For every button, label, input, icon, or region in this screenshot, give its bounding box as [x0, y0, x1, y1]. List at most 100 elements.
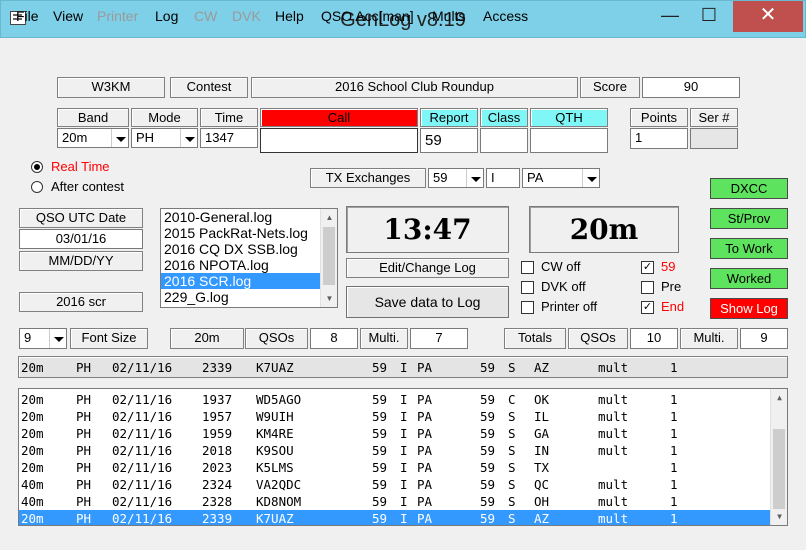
menu-view[interactable]: View — [53, 8, 83, 24]
qso-row[interactable]: 20m PH 02/11/16 2018 K9SOU 59 I PA 59 S IN mult 1 — [19, 442, 771, 459]
chevron-down-icon[interactable] — [180, 129, 197, 147]
to-work-button[interactable]: To Work — [710, 238, 788, 259]
chevron-down-icon[interactable] — [466, 169, 483, 187]
st-prov-button[interactable]: St/Prov — [710, 208, 788, 229]
qso-row[interactable]: 20m PH 02/11/16 1959 KM4RE 59 I PA 59 S GA mult 1 — [19, 425, 771, 442]
chevron-down-icon[interactable] — [111, 129, 128, 147]
call-input[interactable] — [260, 128, 418, 153]
dvk-off-checkbox[interactable] — [521, 281, 534, 294]
end-label[interactable]: End — [661, 299, 684, 314]
menu-printer[interactable]: Printer — [97, 8, 138, 24]
printer-off-label[interactable]: Printer off — [541, 299, 597, 314]
real-time-radio[interactable] — [31, 161, 43, 173]
time-input[interactable]: 1347 — [200, 128, 258, 148]
qso-row[interactable]: 20m PH 02/11/16 1957 W9UIH 59 I PA 59 S IL mult 1 — [19, 408, 771, 425]
cell-cls-r: S — [508, 477, 516, 492]
cell-rst-r: 59 — [480, 494, 496, 509]
score-label: Score — [580, 77, 640, 98]
qso-row-selected[interactable]: 20m PH 02/11/16 2339 K7UAZ 59 I PA 59 S AZ mult 1 — [19, 510, 771, 525]
qth-input[interactable] — [530, 128, 608, 153]
band-select[interactable]: 20m — [57, 128, 129, 148]
edit-change-log[interactable]: Edit/Change Log — [346, 258, 509, 278]
log-file-item[interactable]: 2010-General.log — [161, 209, 337, 225]
log-file-item[interactable]: 2015 PackRat-Nets.log — [161, 225, 337, 241]
cell-rst-s: 59 — [372, 360, 388, 375]
tx-report-select[interactable]: 59 — [428, 168, 484, 188]
scroll-up-icon[interactable]: ▲ — [321, 209, 337, 226]
menu-cw[interactable]: CW — [194, 8, 217, 24]
qso-log-list[interactable]: 20m PH 02/11/16 1937 WD5AGO 59 I PA 59 C OK mult 1 20… — [18, 388, 788, 526]
chevron-down-icon[interactable] — [49, 329, 66, 348]
close-icon[interactable]: ✕ — [733, 1, 803, 32]
tx-qth-select[interactable]: PA — [522, 168, 600, 188]
cell-pts: 1 — [670, 460, 678, 475]
cell-mode: PH — [76, 460, 92, 475]
after-contest-radio[interactable] — [31, 181, 43, 193]
file-list-scrollbar[interactable]: ▲ ▼ — [320, 209, 337, 307]
menu-mults[interactable]: Mults — [432, 8, 465, 24]
pre-label[interactable]: Pre — [661, 279, 681, 294]
real-time-label[interactable]: Real Time — [51, 159, 110, 174]
cell-rst-s: 59 — [372, 477, 388, 492]
qso-row[interactable]: 20m PH 02/11/16 2023 K5LMS 59 I PA 59 S TX 1 — [19, 459, 771, 476]
serial-input[interactable] — [690, 128, 738, 149]
printer-off-checkbox[interactable] — [521, 301, 534, 314]
report-59-checkbox[interactable]: ✓ — [641, 261, 654, 274]
log-file-item[interactable]: 2016 NPOTA.log — [161, 257, 337, 273]
cw-off-label[interactable]: CW off — [541, 259, 581, 274]
minimize-icon[interactable]: — — [655, 1, 685, 32]
scroll-down-icon[interactable]: ▼ — [771, 508, 787, 525]
qso-row[interactable]: 40m PH 02/11/16 2324 VA2QDC 59 I PA 59 S QC mult 1 — [19, 476, 771, 493]
qso-row[interactable]: 40m PH 02/11/16 2328 KD8NOM 59 I PA 59 S OH mult 1 — [19, 493, 771, 510]
cell-time: 2328 — [202, 494, 233, 509]
qso-list-scrollbar[interactable]: ▲ ▼ — [770, 389, 787, 525]
after-contest-label[interactable]: After contest — [51, 179, 124, 194]
log-file-list[interactable]: 2010-General.log 2015 PackRat-Nets.log 2… — [160, 208, 338, 308]
class-input[interactable] — [480, 128, 528, 153]
report-59-label[interactable]: 59 — [661, 259, 675, 274]
dxcc-button[interactable]: DXCC — [710, 178, 788, 199]
scroll-up-icon[interactable]: ▲ — [771, 389, 787, 406]
menu-bar — [0, 38, 806, 68]
maximize-icon[interactable]: ☐ — [687, 1, 731, 32]
log-file-item[interactable]: 229_G.log — [161, 289, 337, 305]
mode-select[interactable]: PH — [131, 128, 198, 148]
cell-rst-r: 59 — [480, 443, 496, 458]
menu-qso-acc[interactable]: QSO Acc[man] — [321, 8, 414, 24]
band-select-value: 20m — [62, 130, 88, 145]
scroll-thumb[interactable] — [323, 227, 335, 285]
menu-log[interactable]: Log — [155, 8, 178, 24]
cell-date: 02/11/16 — [112, 494, 173, 509]
qso-row[interactable]: 20m PH 02/11/16 1937 WD5AGO 59 I PA 59 C OK mult 1 — [19, 391, 771, 408]
end-checkbox[interactable]: ✓ — [641, 301, 654, 314]
cell-qth-r: TX — [534, 460, 550, 475]
cell-pts: 1 — [670, 392, 678, 407]
log-file-item[interactable]: 2016 CQ DX SSB.log — [161, 241, 337, 257]
cell-date: 02/11/16 — [112, 360, 173, 375]
pre-checkbox[interactable] — [641, 281, 654, 294]
dvk-off-label[interactable]: DVK off — [541, 279, 586, 294]
menu-access[interactable]: Access — [483, 8, 528, 24]
qso-date-input[interactable]: 03/01/16 — [19, 229, 143, 249]
cell-cls-r: S — [508, 409, 516, 424]
cw-off-checkbox[interactable] — [521, 261, 534, 274]
points-input[interactable]: 1 — [630, 128, 688, 149]
cell-date: 02/11/16 — [112, 392, 173, 407]
worked-button[interactable]: Worked — [710, 268, 788, 289]
cell-rst-r: 59 — [480, 460, 496, 475]
report-input[interactable]: 59 — [420, 128, 478, 153]
cell-cls-s: I — [400, 477, 408, 492]
cell-time: 2023 — [202, 460, 233, 475]
show-log-button[interactable]: Show Log — [710, 298, 788, 319]
save-to-log-button[interactable]: Save data to Log — [346, 286, 509, 318]
menu-file[interactable]: File — [16, 8, 39, 24]
tx-class-input[interactable]: I — [486, 168, 520, 188]
scroll-thumb[interactable] — [773, 429, 785, 509]
menu-help[interactable]: Help — [275, 8, 304, 24]
chevron-down-icon[interactable] — [582, 169, 599, 187]
last-qso-entry[interactable]: 20m PH 02/11/16 2339 K7UAZ 59 I PA 59 S AZ mult 1 — [19, 359, 771, 376]
log-file-item-selected[interactable]: 2016 SCR.log — [161, 273, 337, 289]
font-size-select[interactable]: 9 — [19, 328, 67, 349]
scroll-down-icon[interactable]: ▼ — [321, 290, 337, 307]
menu-dvk[interactable]: DVK — [232, 8, 261, 24]
